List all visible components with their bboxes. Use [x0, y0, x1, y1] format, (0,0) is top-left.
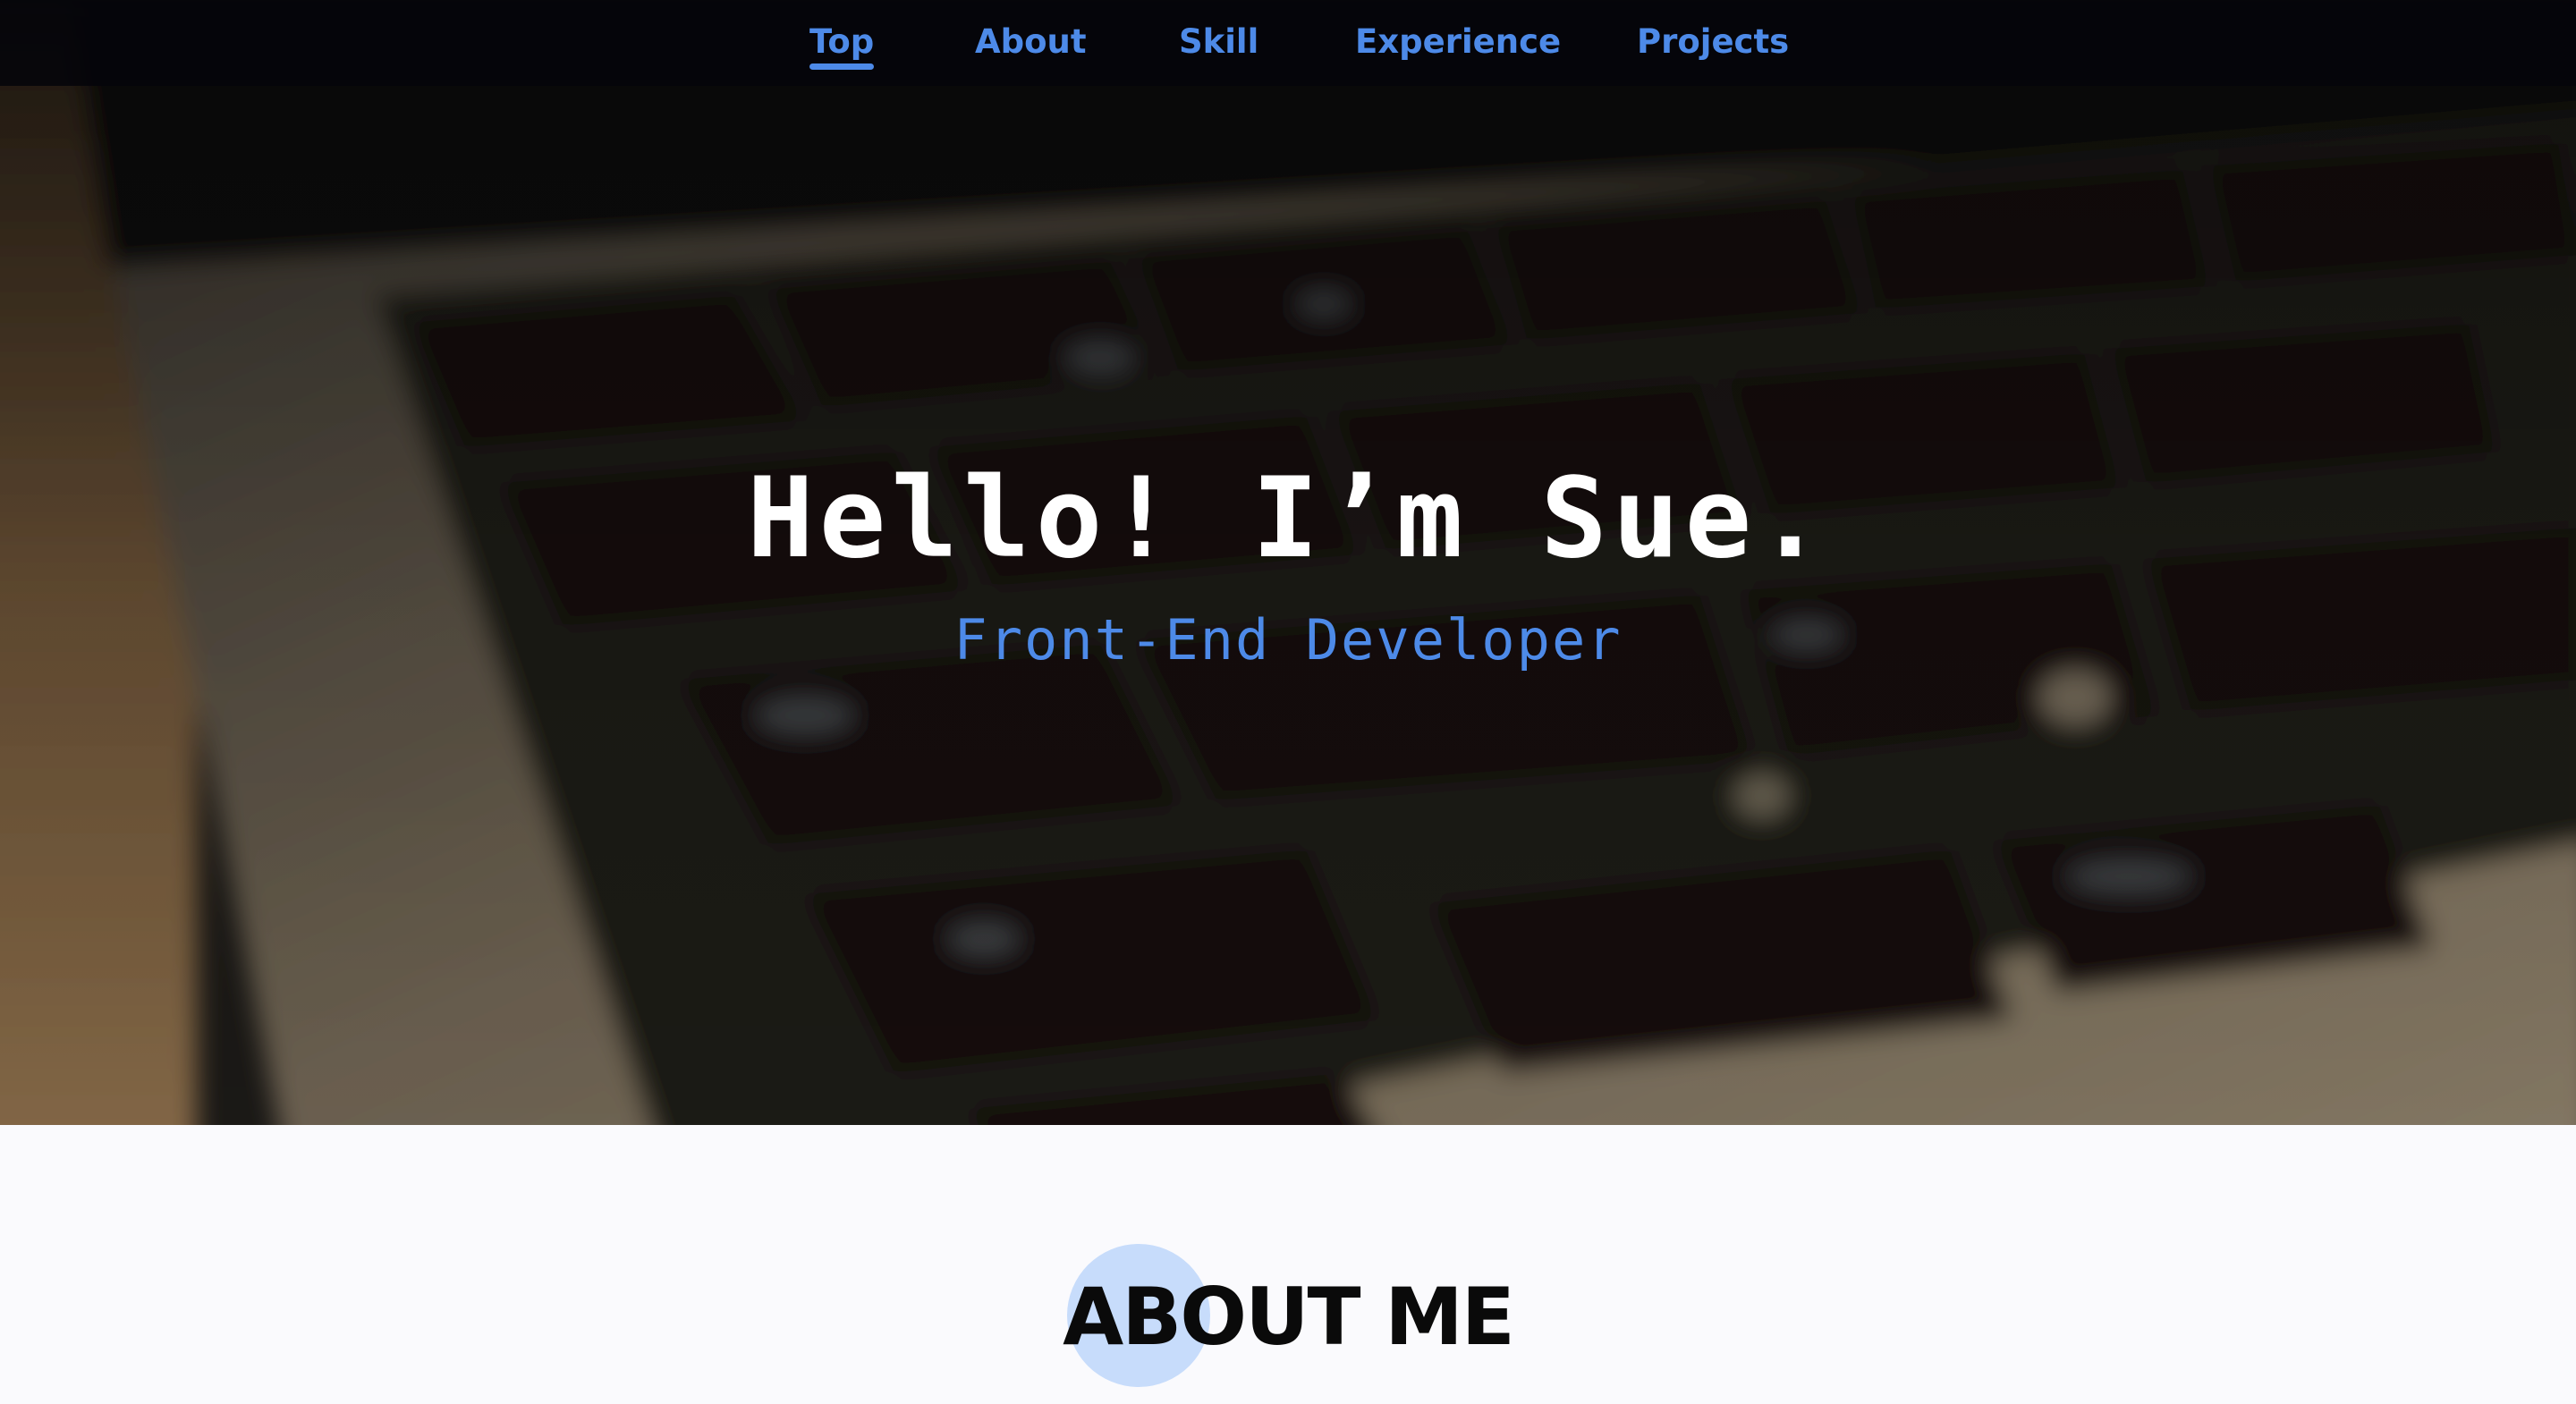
nav-list: Top About Skill Experience Projects — [0, 0, 2576, 86]
nav-item-experience[interactable]: Experience — [1355, 20, 1561, 73]
nav-item-label: Top — [809, 22, 875, 61]
nav-item-about[interactable]: About — [975, 20, 1087, 73]
nav-item-skill[interactable]: Skill — [1179, 20, 1258, 73]
nav-item-projects[interactable]: Projects — [1637, 20, 1789, 73]
page: Top About Skill Experience Projects Hell… — [0, 0, 2576, 1404]
top-navbar: Top About Skill Experience Projects — [0, 0, 2576, 86]
nav-item-label: Experience — [1355, 22, 1562, 61]
about-title: ABOUT ME — [1063, 1271, 1515, 1363]
about-section: ABOUT ME — [0, 1125, 2576, 1404]
nav-item-label: About — [975, 22, 1087, 61]
nav-item-label: Projects — [1637, 22, 1790, 61]
hero-section: Top About Skill Experience Projects Hell… — [0, 0, 2576, 1125]
nav-item-label: Skill — [1179, 22, 1259, 61]
hero-title: Hello! I’m Sue. — [747, 454, 1829, 583]
active-nav-underline — [809, 63, 875, 70]
hero-subtitle: Front-End Developer — [953, 607, 1623, 672]
nav-item-top[interactable]: Top — [809, 20, 875, 73]
